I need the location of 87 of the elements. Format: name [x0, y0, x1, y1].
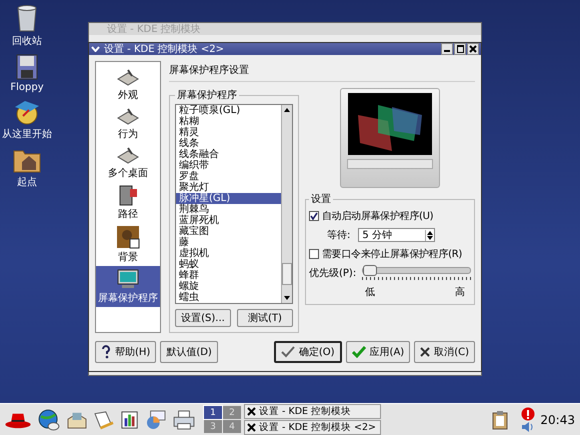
globe-mouse-icon[interactable]	[37, 408, 61, 430]
group-title: 屏幕保护程序	[176, 88, 238, 102]
dialog-button[interactable]: 取消(C)	[414, 341, 475, 363]
dialog-button[interactable]: 帮助(H)	[95, 341, 156, 363]
window-title: 设置 - KDE 控制模块	[107, 22, 201, 36]
list-item[interactable]: 编织带	[176, 160, 281, 171]
x-logo-icon	[247, 407, 256, 416]
dialog-button[interactable]: 应用(A)	[346, 341, 410, 363]
sidebar-item[interactable]: 路径	[96, 182, 160, 223]
clipboard-icon[interactable]	[492, 410, 508, 430]
close-icon[interactable]	[467, 43, 479, 55]
list-item[interactable]: 线条	[176, 138, 281, 149]
pie-chart-icon[interactable]	[145, 410, 167, 430]
cabinet-icon	[117, 184, 139, 206]
menu-chevron-icon[interactable]	[91, 46, 100, 52]
slider-max-label: 高	[455, 286, 465, 299]
slider-min-label: 低	[365, 286, 375, 299]
window-title: 设置 - KDE 控制模块 <2>	[104, 42, 226, 56]
list-item[interactable]: 蠕虫	[176, 292, 281, 303]
list-item[interactable]: 藏宝图	[176, 226, 281, 237]
checkbox[interactable]	[309, 211, 319, 221]
desktop-switcher[interactable]: 1	[204, 406, 222, 419]
list-item[interactable]: 粘糊	[176, 116, 281, 127]
sidebar-item[interactable]: 多个桌面	[96, 143, 160, 182]
list-item[interactable]: 虚拟机	[176, 248, 281, 259]
taskbar-task[interactable]: 设置 - KDE 控制模块 <2>	[244, 420, 382, 435]
chart-document-icon[interactable]	[120, 410, 140, 430]
spin-up-icon[interactable]	[427, 230, 434, 234]
scroll-down-icon[interactable]	[283, 294, 291, 302]
checkbox-label: 自动启动屏幕保护程序(U)	[322, 210, 434, 223]
scrollbar[interactable]	[281, 105, 292, 303]
slider-thumb[interactable]	[363, 264, 378, 276]
slider-label: 优先级(P):	[309, 266, 356, 280]
sidebar-item[interactable]: 外观	[96, 65, 160, 104]
minimize-icon[interactable]	[441, 43, 453, 55]
checkmark-icon	[352, 346, 366, 358]
checkbox-label: 需要口令来停止屏幕保护程序(R)	[322, 248, 462, 261]
floppy-icon[interactable]	[16, 54, 38, 80]
section-heading: 屏幕保护程序设置	[169, 61, 475, 82]
tools-icon	[116, 67, 140, 87]
list-item[interactable]: 藤	[176, 237, 281, 248]
printer-icon[interactable]	[172, 410, 196, 430]
checkbox[interactable]	[309, 249, 319, 259]
dialog-button[interactable]: 默认值(D)	[160, 341, 218, 363]
list-item[interactable]: 线条融合	[176, 149, 281, 160]
list-item[interactable]: 蜂群	[176, 270, 281, 281]
list-item[interactable]: 精灵	[176, 127, 281, 138]
maximize-icon[interactable]	[454, 43, 466, 55]
desktop-icon-label[interactable]: Floppy	[10, 82, 44, 93]
list-item[interactable]: 粒子喷泉(GL)	[176, 105, 281, 116]
x-logo-icon	[247, 423, 256, 432]
sidebar-item[interactable]: 屏幕保护程序	[96, 266, 160, 307]
desktop-icon-label[interactable]: 回收站	[12, 34, 42, 48]
alert-icon[interactable]	[521, 406, 536, 420]
spin-down-icon[interactable]	[427, 236, 434, 240]
question-mark-icon	[101, 345, 111, 359]
tools-icon	[116, 145, 140, 165]
group-title: 设置	[310, 192, 332, 206]
list-item[interactable]: 蓝屏死机	[176, 215, 281, 226]
list-item[interactable]: 蚂蚁	[176, 259, 281, 270]
list-item[interactable]: 脉冲星(GL)	[176, 193, 281, 204]
list-item[interactable]: 荆棘鸟	[176, 204, 281, 215]
action-button[interactable]: 设置(S)...	[175, 309, 231, 327]
document-pen-icon[interactable]	[93, 410, 115, 430]
sidebar-item[interactable]: 背景	[96, 223, 160, 266]
tools-icon	[116, 106, 140, 126]
desktop-icon-label[interactable]: 从这里开始	[2, 127, 52, 141]
monitor-icon	[116, 268, 140, 290]
taskbar-task[interactable]: 设置 - KDE 控制模块	[244, 404, 382, 419]
cross-icon	[420, 347, 430, 357]
sidebar-item[interactable]: 行为	[96, 104, 160, 143]
list-item[interactable]: 聚光灯	[176, 182, 281, 193]
checkmark-icon	[280, 346, 295, 358]
painting-icon	[116, 225, 140, 249]
list-item[interactable]: 螺旋	[176, 281, 281, 292]
desktop-icon-label[interactable]: 起点	[17, 175, 37, 189]
action-button[interactable]: 测试(T)	[237, 309, 293, 327]
trash-icon[interactable]	[15, 4, 39, 32]
speaker-icon[interactable]	[521, 420, 536, 432]
list-item[interactable]: 罗盘	[176, 171, 281, 182]
scroll-up-icon[interactable]	[283, 106, 291, 114]
clock: 20:43	[539, 412, 576, 426]
field-label: 等待:	[327, 228, 350, 242]
wait-spinbox[interactable]: 5 分钟	[358, 228, 436, 242]
scroll-thumb[interactable]	[282, 263, 292, 285]
dialog-button[interactable]: 确定(O)	[274, 341, 342, 363]
compass-globe-icon[interactable]	[13, 99, 41, 125]
